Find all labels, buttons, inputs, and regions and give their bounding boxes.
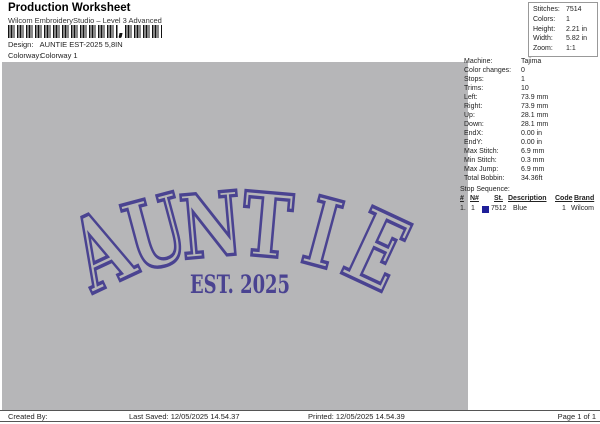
stop-row-needle: 1 <box>471 205 475 212</box>
machine-value: 73.9 mm <box>521 103 549 110</box>
stop-row-stitches: 7512 <box>491 205 507 212</box>
col-header-brand: Brand <box>574 195 595 202</box>
stat-value: 7514 <box>566 6 582 13</box>
machine-label: Max Jump: <box>464 166 499 173</box>
stat-value: 1 <box>566 15 570 23</box>
machine-label: EndY: <box>464 139 483 146</box>
machine-row: Color changes: 0 <box>464 66 600 75</box>
machine-value: 6.9 mm <box>521 148 545 155</box>
footer-divider <box>0 410 600 411</box>
col-header-needle: N# <box>470 195 479 202</box>
machine-row: Min Stitch: 0.3 mm <box>464 156 600 165</box>
machine-value: 0 <box>521 67 525 74</box>
stop-row-num: 1. <box>460 205 466 212</box>
machine-label: Total Bobbin: <box>464 175 505 182</box>
machine-row: Up: 28.1 mm <box>464 111 600 120</box>
stat-label: Stitches: <box>533 6 560 13</box>
col-header-stitches: St. <box>494 195 503 202</box>
machine-label: Max Stitch: <box>464 148 499 155</box>
production-worksheet-page: Production Worksheet Wilcom EmbroiderySt… <box>0 0 600 424</box>
machine-value: 1 <box>521 76 525 83</box>
machine-label: Color changes: <box>464 67 512 74</box>
machine-row: Max Stitch: 6.9 mm <box>464 147 600 156</box>
col-header-num: # <box>460 195 464 202</box>
stat-label: Width: <box>533 35 553 43</box>
machine-value: 34.36ft <box>521 175 543 182</box>
colorway-label: Colorway: <box>8 51 42 60</box>
machine-row: EndX: 0.00 in <box>464 129 600 138</box>
machine-label: EndX: <box>464 130 484 137</box>
machine-label: Machine: <box>464 58 493 65</box>
stop-sequence-title: Stop Sequence: <box>460 186 510 193</box>
machine-row: Max Jump: 6.9 mm <box>464 165 600 174</box>
design-meta-row: Design: AUNTIE EST-2025 5,8IN <box>8 40 123 49</box>
stat-row: Width: 5.82 in <box>533 34 597 44</box>
stop-sequence: Stop Sequence: # N# St. Description Code… <box>458 186 600 220</box>
embroidery-design: AUNTIE EST. 2025 <box>51 171 425 317</box>
stat-value: 5.82 in <box>566 35 588 43</box>
machine-row: Total Bobbin: 34.36ft <box>464 174 600 183</box>
barcode <box>8 25 162 38</box>
page-title: Production Worksheet <box>8 2 131 14</box>
machine-info-panel: Machine: Tajima Color changes: 0 Stops: 1 T… <box>464 57 600 183</box>
stat-row: Zoom: 1:1 <box>533 44 597 54</box>
machine-row: Machine: Tajima <box>464 57 600 66</box>
arch-letter: T <box>238 174 297 280</box>
machine-row: Down: 28.1 mm <box>464 120 600 129</box>
machine-value: 6.9 mm <box>521 166 545 173</box>
design-canvas: AUNTIE EST. 2025 <box>2 62 468 410</box>
machine-row: Right: 73.9 mm <box>464 102 600 111</box>
machine-label: Trims: <box>464 85 484 92</box>
footer-bottom-divider <box>0 421 600 422</box>
design-stats-box: Stitches: 7514 Colors: 1 Height: 2.21 in Wi… <box>528 2 598 57</box>
machine-value: 28.1 mm <box>521 121 549 128</box>
colorway-value: Colorway 1 <box>40 51 78 60</box>
stat-label: Height: <box>533 25 556 33</box>
machine-label: Min Stitch: <box>464 157 497 164</box>
stop-row-description: Blue <box>513 205 528 212</box>
printed-text: Printed: 12/05/2025 14.54.39 <box>308 412 405 421</box>
machine-label: Up: <box>464 112 475 119</box>
machine-value: 10 <box>521 85 529 92</box>
arch-letter: N <box>176 173 246 280</box>
page-number: Page 1 of 1 <box>557 412 596 421</box>
col-header-description: Description <box>508 195 547 202</box>
stop-row-brand: Wilcom <box>571 205 594 212</box>
stop-row-code: 1 <box>562 205 566 212</box>
stat-value: 2.21 in <box>566 25 588 33</box>
stat-label: Zoom: <box>533 45 553 53</box>
machine-value: 28.1 mm <box>521 112 549 119</box>
machine-label: Right: <box>464 103 483 110</box>
machine-label: Down: <box>464 121 484 128</box>
design-label: Design: <box>8 40 34 49</box>
barcode-comma-glyph <box>118 33 123 38</box>
sub-text: EST. 2025 <box>190 270 290 299</box>
machine-label: Stops: <box>464 76 484 83</box>
design-value: AUNTIE EST-2025 5,8IN <box>39 40 123 49</box>
stat-row: Stitches: 7514 <box>533 5 597 15</box>
machine-label: Left: <box>464 94 478 101</box>
stat-row: Colors: 1 <box>533 15 597 25</box>
last-saved-text: Last Saved: 12/05/2025 14.54.37 <box>129 412 240 421</box>
machine-value: Tajima <box>521 58 542 65</box>
machine-row: EndY: 0.00 in <box>464 138 600 147</box>
col-header-code: Code <box>555 195 573 202</box>
machine-value: 0.00 in <box>521 139 543 146</box>
created-by-label: Created By: <box>8 412 48 421</box>
stat-value: 1:1 <box>566 45 576 53</box>
thread-color-swatch <box>482 206 489 213</box>
machine-value: 73.9 mm <box>521 94 549 101</box>
machine-row: Trims: 10 <box>464 84 600 93</box>
machine-row: Stops: 1 <box>464 75 600 84</box>
stat-label: Colors: <box>533 15 556 23</box>
stat-row: Height: 2.21 in <box>533 25 597 35</box>
machine-value: 0.3 mm <box>521 157 545 164</box>
barcode-bars <box>8 25 118 38</box>
colorway-meta-row: Colorway: Colorway 1 <box>8 51 78 60</box>
machine-value: 0.00 in <box>521 130 543 137</box>
barcode-bars <box>125 25 162 38</box>
machine-row: Left: 73.9 mm <box>464 93 600 102</box>
app-subtitle: Wilcom EmbroideryStudio – Level 3 Advanc… <box>8 16 162 25</box>
